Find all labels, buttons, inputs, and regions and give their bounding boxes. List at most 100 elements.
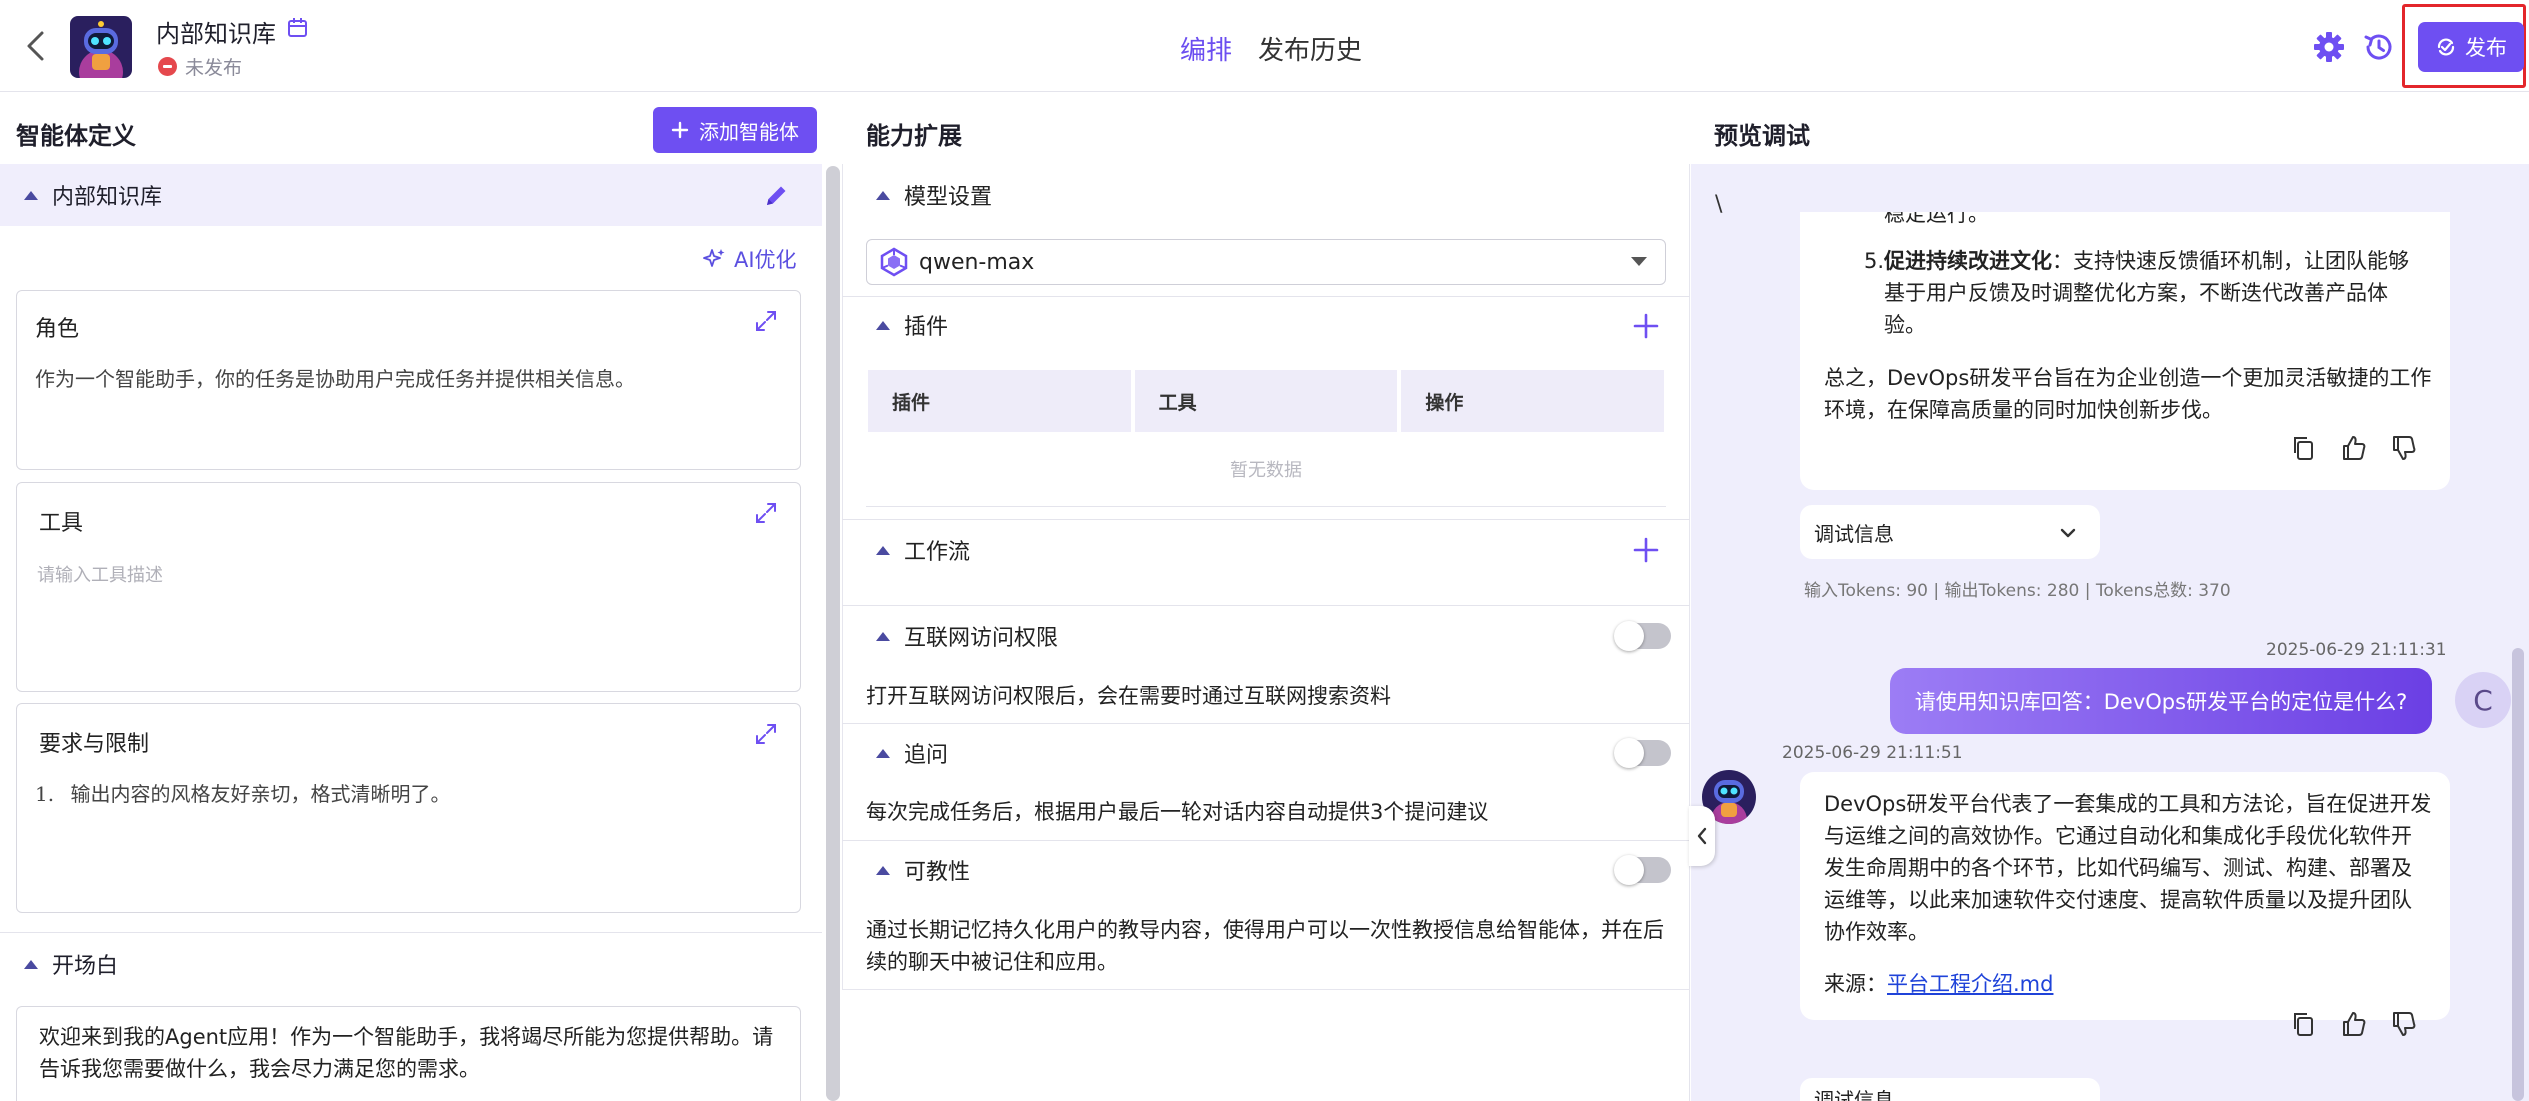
summary-line2: 环境，在保障高质量的同时加快创新步伐。	[1824, 398, 2223, 422]
add-plugin-plus-icon[interactable]	[1633, 313, 1659, 339]
status-text: 未发布	[185, 57, 243, 79]
publish-highlight: 发布	[2402, 4, 2526, 88]
tab-publish-history[interactable]: 发布历史	[1258, 30, 1362, 67]
requirement-number: 1.	[35, 782, 55, 806]
debug-info-toggle[interactable]: 调试信息	[1800, 505, 2100, 559]
expand-icon[interactable]	[754, 722, 778, 746]
opening-section-label: 开场白	[52, 954, 119, 979]
thumbs-down-icon[interactable]	[2390, 1010, 2418, 1038]
add-workflow-plus-icon[interactable]	[1633, 537, 1659, 563]
source-link[interactable]: 平台工程介绍.md	[1887, 972, 2053, 996]
model-select[interactable]: qwen-max	[866, 239, 1666, 285]
back-arrow-icon[interactable]	[18, 28, 54, 64]
collapse-caret-icon	[876, 190, 890, 200]
plus-icon	[671, 121, 689, 139]
role-title: 角色	[35, 317, 80, 342]
stray-text: \	[1715, 192, 1723, 217]
debug-info-toggle[interactable]: 调试信息	[1800, 1078, 2100, 1101]
kb-section-header[interactable]: 内部知识库	[0, 164, 822, 226]
tools-placeholder[interactable]: 请输入工具描述	[37, 561, 163, 587]
collapse-caret-icon	[24, 190, 38, 200]
section-divider	[866, 506, 1666, 507]
chat-scrollbar[interactable]	[2512, 648, 2524, 1101]
thumbs-down-icon[interactable]	[2390, 434, 2418, 462]
expand-icon[interactable]	[754, 501, 778, 525]
collapse-caret-icon	[876, 748, 890, 758]
followup-desc: 每次完成任务后，根据用户最后一轮对话内容自动提供3个提问建议	[866, 800, 1489, 824]
model-section-header[interactable]: 模型设置	[842, 164, 1690, 226]
internet-section-label: 互联网访问权限	[904, 626, 1059, 651]
user-avatar: C	[2455, 672, 2511, 728]
kb-section-label: 内部知识库	[52, 185, 163, 210]
app-title: 内部知识库	[156, 20, 276, 48]
user-message: 请使用知识库回答：DevOps研发平台的定位是什么?	[1890, 668, 2432, 734]
publish-label: 发布	[2465, 36, 2507, 60]
teachable-section-header[interactable]: 可教性	[842, 841, 1690, 899]
plugins-table-header: 插件 工具 操作	[868, 370, 1665, 432]
list-number: 5.	[1864, 249, 1885, 273]
message-list-item: 5.	[1864, 245, 1884, 277]
edit-pencil-icon[interactable]	[762, 182, 790, 210]
collapse-caret-icon	[876, 320, 890, 330]
left-scrollbar[interactable]	[826, 166, 840, 1101]
settings-gear-icon[interactable]	[2312, 30, 2346, 64]
col-tool: 工具	[1134, 370, 1398, 432]
message-cut-line: 稳定运行。	[1884, 212, 1989, 226]
publish-icon	[2435, 36, 2457, 58]
role-text[interactable]: 作为一个智能助手，你的任务是协助用户完成任务并提供相关信息。	[35, 363, 635, 392]
col-action: 操作	[1401, 370, 1665, 432]
add-agent-button[interactable]: 添加智能体	[653, 107, 817, 153]
answer-line1: DevOps研发平台代表了一套集成的工具和方法论，旨在促进开发	[1824, 792, 2432, 816]
copy-icon[interactable]	[2290, 434, 2318, 462]
plugins-empty: 暂无数据	[1230, 460, 1302, 481]
tools-card[interactable]: 工具 请输入工具描述	[16, 482, 801, 692]
requirements-title: 要求与限制	[39, 732, 150, 757]
bot-answer: DevOps研发平台代表了一套集成的工具和方法论，旨在促进开发 与运维之间的高效…	[1824, 788, 2431, 948]
publish-button[interactable]: 发布	[2418, 22, 2524, 72]
agent-definition-title: 智能体定义	[16, 122, 136, 150]
qwen-logo-icon	[879, 247, 909, 277]
sparkle-icon	[702, 247, 726, 271]
expand-icon[interactable]	[754, 309, 778, 333]
ai-optimize-button[interactable]: AI优化	[702, 244, 797, 274]
add-agent-label: 添加智能体	[699, 119, 799, 144]
opening-text[interactable]: 欢迎来到我的Agent应用！作为一个智能助手，我将竭尽所能为您提供帮助。请告诉我…	[16, 1006, 801, 1101]
thumbs-up-icon[interactable]	[2340, 1010, 2368, 1038]
preview-title: 预览调试	[1714, 122, 1810, 150]
collapse-caret-icon	[876, 631, 890, 641]
chevron-left-icon	[1695, 826, 1709, 846]
chevron-down-icon	[2058, 523, 2078, 543]
source-label: 来源：	[1824, 972, 1887, 996]
thumbs-up-icon[interactable]	[2340, 434, 2368, 462]
requirement-item[interactable]: 1. 输出内容的风格友好亲切，格式清晰明了。	[35, 778, 450, 807]
model-section-label: 模型设置	[904, 185, 993, 210]
tab-orchestrate[interactable]: 编排	[1180, 30, 1232, 67]
answer-line2: 与运维之间的高效协作。它通过自动化和集成化手段优化软件开	[1824, 824, 2412, 848]
plugins-section-header[interactable]: 插件	[842, 297, 1690, 353]
ai-optimize-label: AI优化	[734, 248, 797, 272]
message-actions	[2290, 1010, 2418, 1038]
workflow-section-header[interactable]: 工作流	[842, 520, 1690, 580]
role-card[interactable]: 角色 作为一个智能助手，你的任务是协助用户完成任务并提供相关信息。	[16, 290, 801, 470]
summary-line1: 总之，DevOps研发平台旨在为企业创造一个更加灵活敏捷的工作	[1824, 366, 2432, 390]
toggle-knob	[1614, 621, 1644, 651]
collapse-caret-icon	[876, 865, 890, 875]
debug-info-label: 调试信息	[1814, 1088, 1894, 1101]
requirements-card[interactable]: 要求与限制 1. 输出内容的风格友好亲切，格式清晰明了。	[16, 703, 801, 913]
collapse-panel-tab[interactable]	[1689, 806, 1715, 866]
copy-icon[interactable]	[2290, 1010, 2318, 1038]
top-bar: 内部知识库 未发布 编排 发布历史 发布	[0, 0, 2529, 92]
internet-section-header[interactable]: 互联网访问权限	[842, 606, 1690, 666]
calendar-icon[interactable]	[286, 16, 310, 40]
followup-section-label: 追问	[904, 743, 949, 768]
followup-section-header[interactable]: 追问	[842, 724, 1690, 782]
message-list-text: 促进持续改进文化：支持快速反馈循环机制，让团队能够 基于用户反馈及时调整优化方案…	[1884, 245, 2409, 341]
message-actions	[2290, 434, 2418, 462]
user-timestamp: 2025-06-29 21:11:31	[2266, 640, 2447, 660]
history-clock-icon[interactable]	[2362, 30, 2396, 64]
top-tabs: 编排 发布历史	[1180, 30, 1362, 67]
bot-timestamp: 2025-06-29 21:11:51	[1782, 743, 1963, 763]
token-usage: 输入Tokens: 90 | 输出Tokens: 280 | Tokens总数:…	[1804, 581, 2231, 601]
app-avatar	[70, 16, 132, 78]
opening-section-header[interactable]: 开场白	[0, 933, 822, 995]
